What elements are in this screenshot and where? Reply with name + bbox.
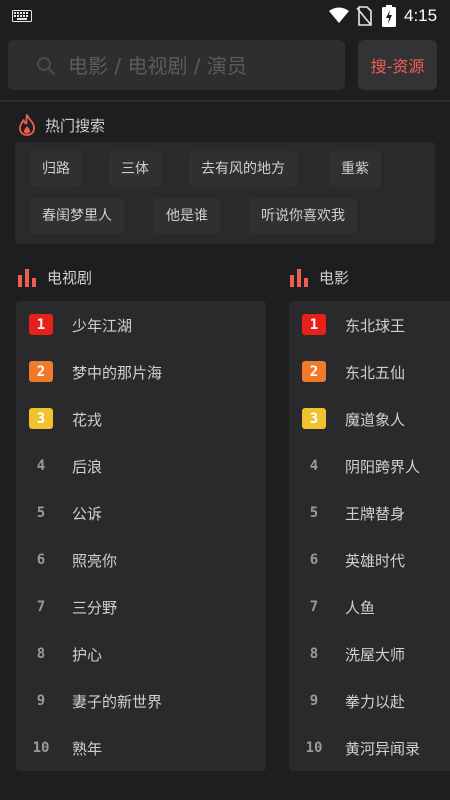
- rank-badge: 7: [36, 598, 46, 615]
- search-icon: [37, 57, 56, 76]
- rank-row[interactable]: 9 妻子的新世界: [16, 678, 266, 725]
- rank-row[interactable]: 5 公诉: [16, 490, 266, 537]
- no-sim-icon: [356, 6, 372, 26]
- rank-badge: 1: [302, 314, 326, 335]
- rank-badge: 7: [309, 598, 319, 615]
- rank-row[interactable]: 7 人鱼: [289, 584, 450, 631]
- search-button[interactable]: 搜-资源: [358, 40, 437, 90]
- rank-badge: 10: [32, 739, 50, 756]
- rank-row[interactable]: 3 花戎: [16, 396, 266, 443]
- clock: 4:15: [404, 6, 438, 25]
- bar-chart-icon: [290, 268, 308, 287]
- rank-row[interactable]: 2 东北五仙: [289, 349, 450, 396]
- rank-title: 公诉: [72, 505, 103, 523]
- rank-title: 阴阳跨界人: [345, 458, 421, 476]
- hot-search-title: 热门搜索: [45, 116, 106, 135]
- rank-title: 护心: [72, 646, 103, 664]
- hot-tag[interactable]: 他是谁: [154, 198, 220, 234]
- rank-badge: 8: [309, 645, 319, 662]
- rank-badge: 4: [36, 457, 46, 474]
- rank-badge: 3: [302, 408, 326, 429]
- hot-tag[interactable]: 去有风的地方: [189, 151, 297, 187]
- hot-tag[interactable]: 重紫: [329, 151, 381, 187]
- hot-search-header: 热门搜索: [17, 114, 105, 136]
- rank-title: 妻子的新世界: [72, 693, 163, 711]
- status-bar: 4:15: [0, 0, 450, 32]
- rank-badge: 2: [29, 361, 53, 382]
- rank-title: 拳力以赴: [345, 693, 406, 711]
- rank-badge: 5: [309, 504, 319, 521]
- rank-title: 英雄时代: [345, 552, 406, 570]
- rank-badge: 1: [29, 314, 53, 335]
- rank-title: 少年江湖: [72, 317, 133, 335]
- rank-badge: 9: [36, 692, 46, 709]
- rank-row[interactable]: 4 后浪: [16, 443, 266, 490]
- bar-chart-icon: [18, 268, 36, 287]
- rank-badge: 8: [36, 645, 46, 662]
- rank-title: 东北球王: [345, 317, 406, 335]
- rank-badge: 9: [309, 692, 319, 709]
- hot-tag[interactable]: 归路: [30, 151, 82, 187]
- rank-row[interactable]: 5 王牌替身: [289, 490, 450, 537]
- rank-title: 照亮你: [72, 552, 118, 570]
- hot-tag[interactable]: 三体: [109, 151, 161, 187]
- rank-row[interactable]: 4 阴阳跨界人: [289, 443, 450, 490]
- divider: [0, 100, 450, 102]
- rank-row[interactable]: 8 护心: [16, 631, 266, 678]
- movie-ranking-title: 电影: [319, 269, 350, 287]
- rank-row[interactable]: 8 洗屋大师: [289, 631, 450, 678]
- rank-title: 王牌替身: [345, 505, 406, 523]
- rank-badge: 2: [302, 361, 326, 382]
- tv-ranking-header: 电视剧: [18, 267, 92, 288]
- rank-title: 东北五仙: [345, 364, 406, 382]
- search-input[interactable]: [66, 40, 340, 92]
- rank-badge: 3: [29, 408, 53, 429]
- rank-badge: 10: [305, 739, 323, 756]
- hot-tag[interactable]: 听说你喜欢我: [249, 198, 357, 234]
- keyboard-icon: [12, 10, 32, 22]
- rank-row[interactable]: 6 照亮你: [16, 537, 266, 584]
- rank-row[interactable]: 3 魔道象人: [289, 396, 450, 443]
- hot-tag[interactable]: 春闺梦里人: [30, 198, 124, 234]
- rank-title: 魔道象人: [345, 411, 406, 429]
- rank-row[interactable]: 1 东北球王: [289, 302, 450, 349]
- hot-search-panel: 归路 三体 去有风的地方 重紫 春闺梦里人 他是谁 听说你喜欢我: [15, 142, 435, 244]
- tv-ranking-title: 电视剧: [47, 269, 93, 287]
- rank-title: 人鱼: [345, 599, 376, 617]
- rank-row[interactable]: 10 熟年: [16, 725, 266, 772]
- battery-charging-icon: [382, 5, 396, 27]
- rank-title: 后浪: [72, 458, 103, 476]
- rank-row[interactable]: 6 英雄时代: [289, 537, 450, 584]
- rank-badge: 5: [36, 504, 46, 521]
- rank-title: 花戎: [72, 411, 103, 429]
- rank-row[interactable]: 9 拳力以赴: [289, 678, 450, 725]
- rank-title: 洗屋大师: [345, 646, 406, 664]
- rank-badge: 4: [309, 457, 319, 474]
- movie-ranking-list: 1 东北球王 2 东北五仙 3 魔道象人 4 阴阳跨界人 5 王牌替身 6 英雄时代 7 人鱼 8 洗屋大师 9…: [289, 301, 450, 771]
- tv-ranking-list: 1 少年江湖 2 梦中的那片海 3 花戎 4 后浪 5 公诉 6 照亮你 7 三分野 8 护心 9 妻子的新世界 1…: [16, 301, 266, 771]
- rank-row[interactable]: 2 梦中的那片海: [16, 349, 266, 396]
- rank-title: 梦中的那片海: [72, 364, 163, 382]
- rank-title: 黄河异闻录: [345, 740, 421, 758]
- rank-row[interactable]: 10 黄河异闻录: [289, 725, 450, 772]
- rank-badge: 6: [309, 551, 319, 568]
- rank-title: 熟年: [72, 740, 103, 758]
- rank-row[interactable]: 1 少年江湖: [16, 302, 266, 349]
- search-box[interactable]: [8, 40, 345, 92]
- rank-badge: 6: [36, 551, 46, 568]
- fire-icon: [19, 114, 35, 136]
- wifi-icon: [329, 7, 349, 23]
- movie-ranking-header: 电影: [290, 267, 349, 288]
- rank-title: 三分野: [72, 599, 118, 617]
- rank-row[interactable]: 7 三分野: [16, 584, 266, 631]
